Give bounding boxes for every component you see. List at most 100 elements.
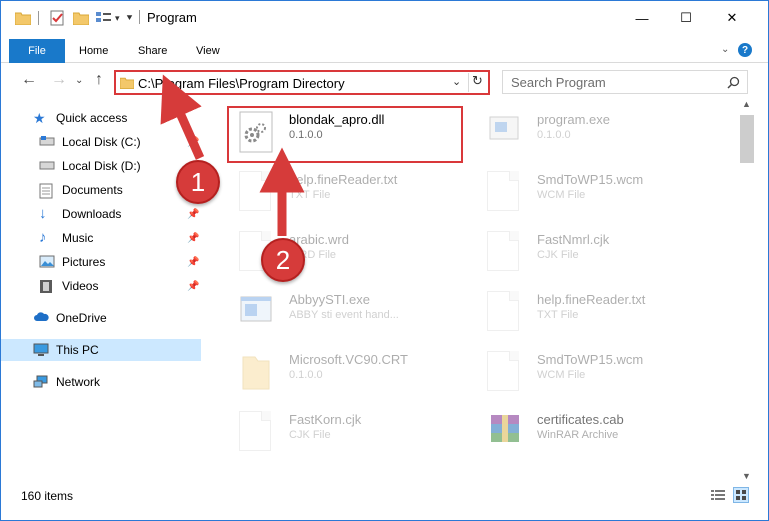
text-file-icon <box>239 171 275 215</box>
file-subtitle: WCM File <box>537 189 586 201</box>
file-item[interactable]: arabic.wrd WRD File <box>225 225 465 277</box>
details-view-icon[interactable] <box>711 489 725 501</box>
ribbon-expand-icon[interactable]: ⌄ <box>721 44 729 55</box>
file-item[interactable]: FastKorn.cjk CJK File <box>225 405 465 457</box>
help-icon[interactable]: ? <box>738 43 752 57</box>
large-icons-view-icon[interactable] <box>733 487 749 503</box>
pin-icon[interactable]: 📌 <box>187 233 199 244</box>
sidebar-item-quick-access[interactable]: ★ Quick access <box>1 107 201 129</box>
sidebar-item-downloads[interactable]: ↓ Downloads 📌 <box>1 203 201 225</box>
file-list: blondak_apro.dll 0.1.0.0 program.exe 0.1… <box>211 101 737 483</box>
sidebar-item-label: Quick access <box>56 111 128 125</box>
scrollbar-thumb[interactable] <box>740 115 754 163</box>
sidebar-item-music[interactable]: ♪ Music 📌 <box>1 227 201 249</box>
file-item[interactable]: AbbyySTI.exe ABBY sti event hand... <box>225 285 465 337</box>
status-bar: 160 items <box>1 485 768 509</box>
file-icon <box>487 351 523 395</box>
exe-blue-icon <box>239 291 275 335</box>
navigation-bar: ← → ⌄ ↑ C:\Program Files\Program Directo… <box>1 65 768 99</box>
view-options-icon[interactable] <box>95 11 113 25</box>
vertical-scrollbar[interactable]: ▲ ▼ <box>739 99 755 487</box>
documents-icon <box>39 183 55 199</box>
file-item[interactable]: SmdToWP15.wcm WCM File <box>473 345 713 397</box>
tab-file[interactable]: File <box>9 39 65 63</box>
downloads-icon: ↓ <box>39 205 47 222</box>
sidebar-item-label: Local Disk (C:) <box>62 135 141 149</box>
sidebar-item-pictures[interactable]: Pictures 📌 <box>1 251 201 273</box>
pin-icon[interactable]: 📌 <box>187 209 199 220</box>
sidebar-item-label: Pictures <box>62 255 106 269</box>
pin-icon[interactable]: 📌 <box>187 257 199 268</box>
sidebar-item-onedrive[interactable]: OneDrive <box>1 307 201 329</box>
folder-icon <box>15 12 31 25</box>
window-title: Program <box>147 10 197 25</box>
maximize-button[interactable]: ☐ <box>663 1 709 35</box>
sidebar-item-local-disk-d[interactable]: Local Disk (D:) <box>1 155 201 177</box>
file-item[interactable]: Microsoft.VC90.CRT 0.1.0.0 <box>225 345 465 397</box>
customize-toolbar-icon[interactable]: ⯆ <box>126 13 134 24</box>
pin-icon[interactable]: 📌 <box>187 281 199 292</box>
sidebar-item-network[interactable]: Network <box>1 371 201 393</box>
folder-icon <box>239 351 275 395</box>
file-subtitle: ABBY sti event hand... <box>289 309 399 321</box>
close-button[interactable]: ✕ <box>709 1 755 35</box>
sidebar-item-label: Videos <box>62 279 99 293</box>
file-subtitle: TXT File <box>537 309 579 321</box>
chevron-down-icon[interactable]: ▾ <box>115 13 120 24</box>
new-folder-icon[interactable] <box>73 11 89 25</box>
scroll-up-icon[interactable]: ▲ <box>742 99 751 109</box>
text-file-icon <box>487 291 523 335</box>
refresh-icon[interactable]: ↻ <box>468 73 486 92</box>
address-bar[interactable]: C:\Program Files\Program Directory ⌄ ↻ <box>114 70 490 95</box>
pictures-icon <box>39 255 55 269</box>
annotation-badge-2: 2 <box>261 238 305 282</box>
sidebar-item-local-disk-c[interactable]: Local Disk (C:) 📌 <box>1 131 201 153</box>
file-item[interactable]: program.exe 0.1.0.0 <box>473 105 713 157</box>
file-subtitle: WCM File <box>537 369 586 381</box>
explorer-window: ▾ ⯆ Program — ☐ ✕ File Home Share View ⌄… <box>0 0 769 521</box>
file-name: FastKorn.cjk <box>289 412 362 427</box>
file-name: help.fineReader.txt <box>289 172 398 187</box>
file-subtitle: WinRAR Archive <box>537 429 619 441</box>
search-input[interactable]: Search Program <box>502 70 748 94</box>
sidebar-item-label: OneDrive <box>56 311 107 325</box>
file-name: FastNmrl.cjk <box>537 232 610 247</box>
minimize-button[interactable]: — <box>619 1 665 35</box>
tab-share[interactable]: Share <box>138 39 167 63</box>
network-icon <box>33 375 49 389</box>
forward-arrow-icon[interactable]: → <box>51 71 67 89</box>
back-arrow-icon[interactable]: ← <box>21 71 37 89</box>
sidebar-item-videos[interactable]: Videos 📌 <box>1 275 201 297</box>
sidebar-item-label: Music <box>62 231 94 245</box>
separator <box>38 11 46 25</box>
address-dropdown-icon[interactable]: ⌄ <box>452 75 461 88</box>
file-item[interactable]: certificates.cab WinRAR Archive <box>473 405 713 457</box>
up-arrow-icon[interactable]: ↑ <box>95 71 103 89</box>
recent-locations-icon[interactable]: ⌄ <box>75 75 83 86</box>
file-item[interactable]: FastNmrl.cjk CJK File <box>473 225 713 277</box>
file-name: certificates.cab <box>537 412 624 427</box>
properties-icon[interactable] <box>49 10 65 26</box>
address-path: C:\Program Files\Program Directory <box>138 76 345 91</box>
pin-icon[interactable]: 📌 <box>187 137 199 148</box>
tab-view[interactable]: View <box>196 39 220 63</box>
search-icon <box>727 76 740 89</box>
music-icon: ♪ <box>39 229 47 246</box>
search-placeholder: Search Program <box>511 75 606 90</box>
file-name: SmdToWP15.wcm <box>537 172 644 187</box>
sidebar-item-documents[interactable]: Documents 📌 <box>1 179 201 201</box>
file-item[interactable]: help.fineReader.txt TXT File <box>473 285 713 337</box>
tab-home[interactable]: Home <box>79 39 108 63</box>
computer-icon <box>33 343 49 357</box>
file-name: help.fineReader.txt <box>537 292 646 307</box>
navigation-pane: ★ Quick access Local Disk (C:) 📌 Local D… <box>1 105 203 485</box>
file-item[interactable]: help.fineReader.txt TXT File <box>225 165 465 217</box>
annotation-badge-1: 1 <box>176 160 220 204</box>
file-icon <box>487 171 523 215</box>
sidebar-item-label: Downloads <box>62 207 122 221</box>
scroll-down-icon[interactable]: ▼ <box>742 471 751 481</box>
exe-icon <box>487 111 523 155</box>
file-item[interactable]: SmdToWP15.wcm WCM File <box>473 165 713 217</box>
sidebar-item-this-pc[interactable]: This PC <box>1 339 201 361</box>
file-name: AbbyySTI.exe <box>289 292 370 307</box>
